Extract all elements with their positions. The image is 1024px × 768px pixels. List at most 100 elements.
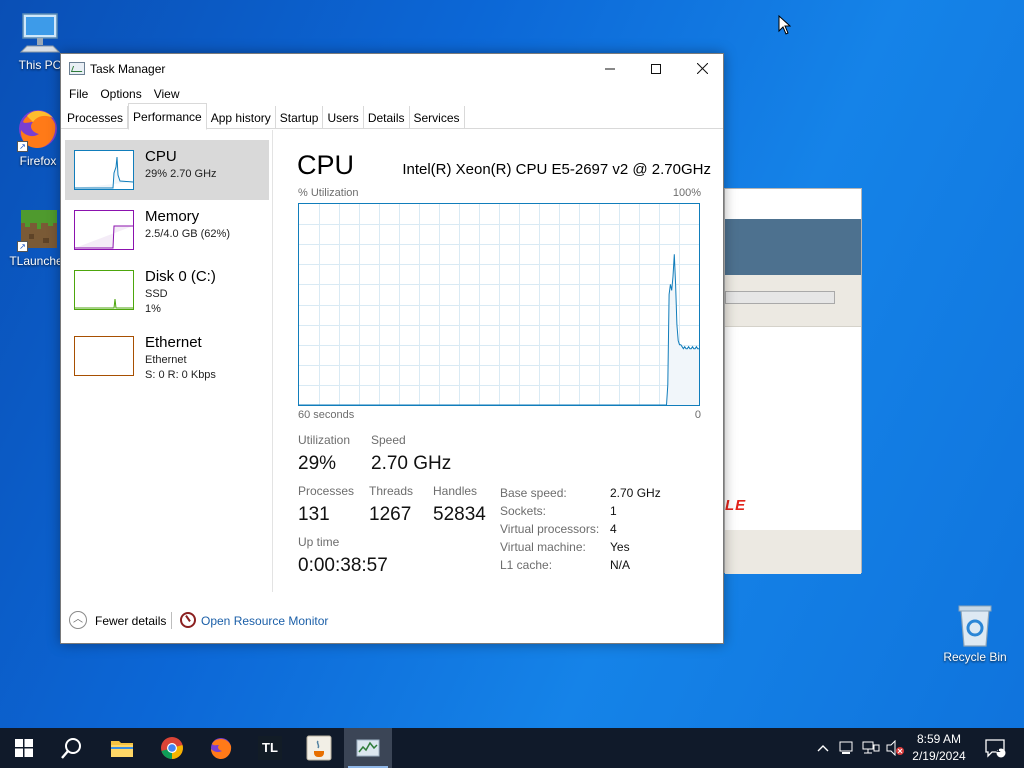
resource-item-disk[interactable]: Disk 0 (C:) SSD 1% bbox=[65, 260, 269, 320]
speed-value: 2.70 GHz bbox=[371, 453, 452, 474]
uptime-label: Up time bbox=[298, 535, 340, 549]
chrome-icon bbox=[161, 737, 183, 759]
action-center-button[interactable]: 1 bbox=[980, 728, 1010, 768]
base-speed-label: Base speed: bbox=[500, 486, 567, 500]
processes-value: 131 bbox=[298, 504, 330, 525]
threads-value: 1267 bbox=[369, 504, 412, 525]
start-button[interactable] bbox=[0, 728, 48, 768]
notification-count: 1 bbox=[996, 745, 1001, 754]
cpu-utilization-chart bbox=[299, 204, 699, 406]
installer-progress-area bbox=[725, 275, 861, 327]
resource-name: Disk 0 (C:) bbox=[145, 268, 216, 285]
search-button[interactable] bbox=[48, 728, 96, 768]
resource-name: Ethernet bbox=[145, 334, 202, 351]
fewer-details-link[interactable]: Fewer details bbox=[95, 614, 166, 628]
tab-startup[interactable]: Startup bbox=[276, 106, 324, 129]
minimize-icon bbox=[605, 68, 615, 69]
cpu-utilization-graph bbox=[298, 203, 700, 406]
taskbar-file-explorer[interactable] bbox=[98, 728, 146, 768]
resource-item-ethernet[interactable]: Ethernet Ethernet S: 0 R: 0 Kbps bbox=[65, 326, 269, 386]
maximize-icon bbox=[651, 63, 661, 74]
taskbar-clock[interactable]: 8:59 AM 2/19/2024 bbox=[906, 731, 972, 765]
uptime-value: 0:00:38:57 bbox=[298, 555, 388, 576]
maximize-button[interactable] bbox=[633, 54, 679, 83]
tray-app-icon[interactable] bbox=[837, 728, 855, 768]
background-installer-window[interactable]: LE bbox=[724, 188, 862, 574]
windows-start-icon bbox=[15, 739, 33, 757]
clock-time: 8:59 AM bbox=[916, 732, 962, 746]
shortcut-arrow-icon: ↗ bbox=[17, 141, 28, 152]
taskbar-tlauncher[interactable]: TL bbox=[246, 728, 294, 768]
graph-y-label: % Utilization bbox=[298, 187, 359, 199]
resource-detail: 29% 2.70 GHz bbox=[145, 168, 217, 180]
resource-detail: SSD bbox=[145, 288, 168, 300]
installer-footer bbox=[725, 530, 861, 574]
tab-users[interactable]: Users bbox=[323, 106, 364, 129]
resource-item-memory[interactable]: Memory 2.5/4.0 GB (62%) bbox=[65, 200, 269, 260]
java-icon bbox=[306, 735, 332, 761]
graph-min-label: 0 bbox=[694, 409, 701, 421]
close-button[interactable] bbox=[679, 54, 725, 83]
window-title: Task Manager bbox=[90, 62, 166, 76]
tab-app-history[interactable]: App history bbox=[207, 106, 276, 129]
open-resource-monitor-link[interactable]: Open Resource Monitor bbox=[201, 614, 328, 628]
threads-label: Threads bbox=[369, 484, 414, 498]
utilization-label: Utilization bbox=[298, 433, 351, 447]
taskbar: TL 8:59 AM 2/19/2024 1 bbox=[0, 728, 1024, 768]
minimize-button[interactable] bbox=[587, 54, 633, 83]
installer-progress-bar bbox=[725, 291, 835, 304]
tab-strip: Processes Performance App history Startu… bbox=[61, 103, 723, 130]
menu-file[interactable]: File bbox=[63, 83, 94, 105]
device-icon bbox=[839, 741, 853, 754]
tab-performance[interactable]: Performance bbox=[128, 103, 207, 130]
ethernet-thumbnail-graph bbox=[74, 336, 134, 376]
virtual-machine-label: Virtual machine: bbox=[500, 540, 586, 554]
taskbar-firefox[interactable] bbox=[197, 728, 245, 768]
chevron-up-icon[interactable]: ︿ bbox=[69, 611, 87, 629]
network-disconnected-icon bbox=[862, 741, 880, 754]
processes-label: Processes bbox=[298, 484, 355, 498]
disk-thumbnail-graph bbox=[74, 270, 134, 310]
task-manager-footer: ︿ Fewer details Open Resource Monitor bbox=[61, 609, 723, 631]
l1-cache-label: L1 cache: bbox=[500, 558, 553, 572]
resource-name: Memory bbox=[145, 208, 200, 225]
mouse-cursor-icon bbox=[778, 14, 792, 38]
this-pc-icon bbox=[17, 10, 63, 56]
volume-button[interactable] bbox=[884, 728, 906, 768]
network-button[interactable] bbox=[860, 728, 882, 768]
file-explorer-icon bbox=[111, 741, 133, 757]
taskbar-chrome[interactable] bbox=[148, 728, 196, 768]
virtual-machine-value: Yes bbox=[610, 540, 630, 554]
menu-bar: File Options View bbox=[61, 83, 723, 105]
background-window-titlebar bbox=[725, 189, 861, 219]
menu-options[interactable]: Options bbox=[94, 83, 147, 105]
taskbar-task-manager[interactable] bbox=[344, 728, 392, 768]
show-hidden-icons-button[interactable] bbox=[813, 728, 833, 768]
desktop-icon-recycle-bin[interactable]: Recycle Bin bbox=[937, 602, 1013, 664]
notification-icon bbox=[985, 739, 1006, 758]
task-manager-icon bbox=[356, 739, 380, 757]
tab-details[interactable]: Details bbox=[364, 106, 410, 129]
close-icon bbox=[696, 63, 708, 74]
resource-item-cpu[interactable]: CPU 29% 2.70 GHz bbox=[65, 140, 269, 200]
cpu-model-name: Intel(R) Xeon(R) CPU E5-2697 v2 @ 2.70GH… bbox=[402, 161, 711, 178]
task-manager-window[interactable]: Task Manager File Options View Processes… bbox=[60, 53, 724, 644]
volume-muted-icon bbox=[886, 740, 904, 756]
menu-view[interactable]: View bbox=[148, 83, 186, 105]
graph-time-label: 60 seconds bbox=[298, 409, 355, 421]
footer-divider bbox=[171, 612, 172, 629]
firefox-icon: ↗ bbox=[15, 106, 61, 152]
sockets-value: 1 bbox=[610, 504, 617, 518]
sockets-label: Sockets: bbox=[500, 504, 547, 518]
taskbar-java[interactable] bbox=[295, 728, 343, 768]
resource-throughput: S: 0 R: 0 Kbps bbox=[145, 369, 216, 381]
recycle-bin-icon bbox=[952, 602, 998, 648]
tab-processes[interactable]: Processes bbox=[63, 106, 129, 129]
resource-monitor-icon[interactable] bbox=[180, 612, 196, 628]
tab-services[interactable]: Services bbox=[410, 106, 465, 129]
title-bar[interactable]: Task Manager bbox=[61, 54, 723, 83]
clock-date: 2/19/2024 bbox=[912, 749, 966, 763]
resource-name: CPU bbox=[145, 148, 177, 165]
tlauncher-grass-block-icon: ↗ bbox=[15, 206, 61, 252]
handles-label: Handles bbox=[433, 484, 478, 498]
